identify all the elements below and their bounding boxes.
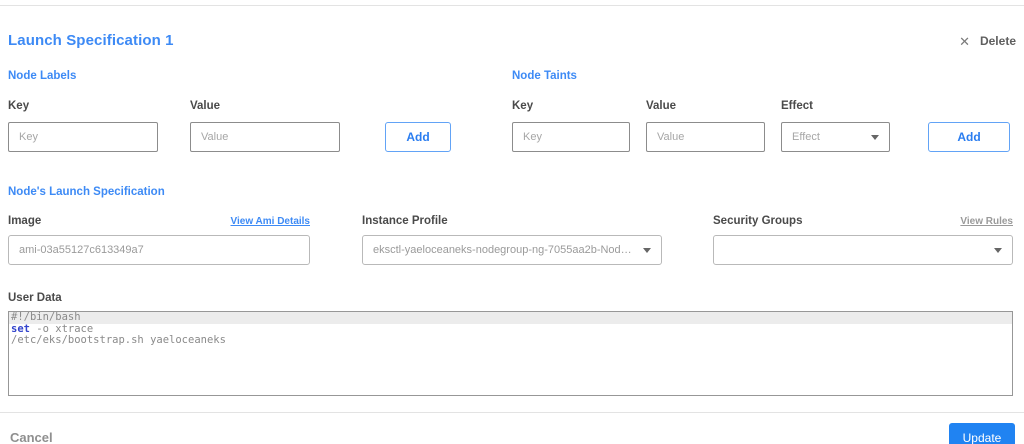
launch-specification-title: Node's Launch Specification — [8, 186, 165, 198]
update-button[interactable]: Update — [949, 423, 1015, 444]
node-taints-add-button[interactable]: Add — [928, 122, 1010, 152]
node-labels-add-button[interactable]: Add — [385, 122, 451, 152]
effect-placeholder: Effect — [792, 131, 820, 143]
node-labels-value-input[interactable] — [190, 122, 340, 152]
chevron-down-icon — [871, 134, 879, 140]
node-labels-key-input[interactable] — [8, 122, 158, 152]
close-icon[interactable]: ✕ — [959, 35, 970, 48]
instance-profile-value: eksctl-yaeloceaneks-nodegroup-ng-7055aa2… — [373, 244, 637, 256]
page-title: Launch Specification 1 — [8, 32, 174, 49]
chevron-down-icon — [643, 247, 651, 253]
node-taints-key-input[interactable] — [512, 122, 630, 152]
top-divider — [0, 5, 1024, 6]
node-taints-key-label: Key — [512, 100, 534, 112]
node-taints-value-label: Value — [646, 100, 677, 112]
node-taints-title: Node Taints — [512, 70, 577, 82]
user-data-editor[interactable]: #!/bin/bash set -o xtrace/etc/eks/bootstr… — [8, 311, 1013, 396]
node-taints-section: Node Taints Key Value Effect Effect — [512, 70, 1016, 152]
node-taints-value-input[interactable] — [646, 122, 765, 152]
image-label: Image — [8, 215, 42, 227]
chevron-down-icon — [994, 247, 1002, 253]
code-line: #!/bin/bash — [9, 312, 1012, 324]
node-labels-section: Node Labels Key Value Add — [8, 70, 512, 152]
user-data-label: User Data — [8, 292, 62, 304]
launch-spec-panel: Launch Specification 1 ✕ Delete Node Lab… — [8, 32, 1016, 396]
security-groups-select[interactable] — [713, 235, 1013, 265]
node-labels-title: Node Labels — [8, 70, 77, 82]
panel-header: Launch Specification 1 ✕ Delete — [8, 32, 1016, 49]
instance-profile-select[interactable]: eksctl-yaeloceaneks-nodegroup-ng-7055aa2… — [362, 235, 662, 265]
footer: Cancel Update — [0, 423, 1024, 444]
image-input[interactable] — [8, 235, 310, 265]
instance-profile-label: Instance Profile — [362, 215, 448, 227]
cancel-button[interactable]: Cancel — [10, 430, 53, 444]
node-taints-effect-select[interactable]: Effect — [781, 122, 890, 152]
launch-specification-section: Node's Launch Specification Image View A… — [8, 186, 1016, 265]
node-labels-value-label: Value — [190, 100, 221, 112]
view-ami-details-link[interactable]: View Ami Details — [231, 216, 310, 227]
code-line: /etc/eks/bootstrap.sh yaeloceaneks — [11, 334, 226, 346]
node-labels-key-label: Key — [8, 100, 30, 112]
delete-label[interactable]: Delete — [980, 34, 1016, 48]
view-rules-link[interactable]: View Rules — [960, 216, 1013, 227]
delete-button[interactable]: ✕ Delete — [959, 34, 1016, 48]
user-data-section: User Data #!/bin/bash set -o xtrace/etc/e… — [8, 292, 1016, 396]
node-taints-effect-label: Effect — [781, 100, 813, 112]
security-groups-label: Security Groups — [713, 215, 803, 227]
footer-divider — [0, 412, 1024, 413]
